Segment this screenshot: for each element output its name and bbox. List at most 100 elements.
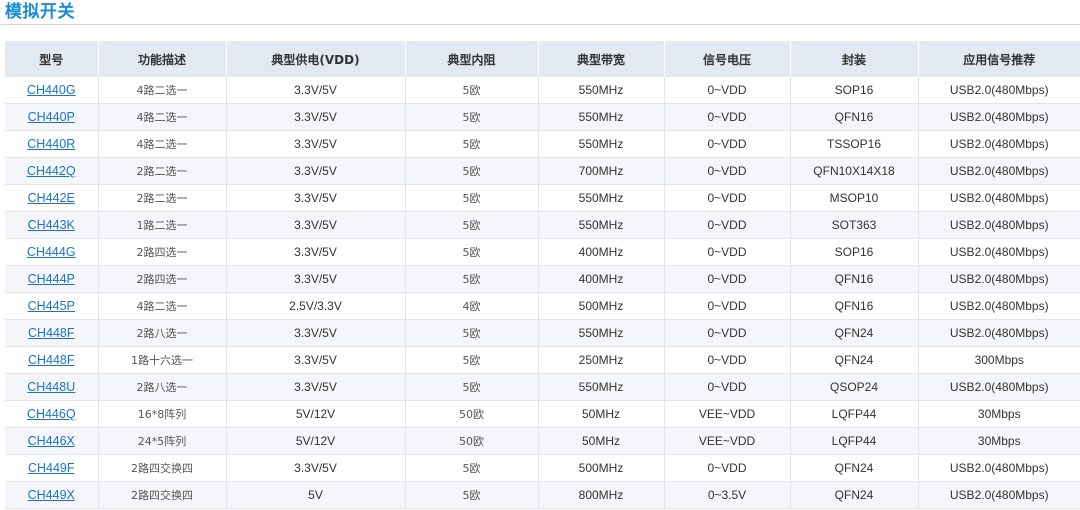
cell-model: CH440R <box>5 130 99 158</box>
cell-bandwidth: 550MHz <box>538 211 665 239</box>
cell-function: 2路四选一 <box>98 238 227 266</box>
cell-resistance: 4欧 <box>405 292 539 320</box>
cell-function: 1路二选一 <box>98 211 227 239</box>
model-link[interactable]: CH442Q <box>27 164 76 178</box>
cell-function: 2路八选一 <box>98 373 227 401</box>
cell-package: SOP16 <box>790 77 919 104</box>
model-link[interactable]: CH448F <box>28 353 75 367</box>
cell-application: USB2.0(480Mbps) <box>918 454 1080 482</box>
model-link[interactable]: CH442E <box>28 191 75 205</box>
cell-model: CH448F <box>5 346 99 374</box>
cell-signal-voltage: 0~VDD <box>664 454 791 482</box>
cell-application: 30Mbps <box>918 427 1080 455</box>
cell-application: USB2.0(480Mbps) <box>918 265 1080 293</box>
model-link[interactable]: CH449X <box>28 488 75 502</box>
cell-application: 300Mbps <box>918 346 1080 374</box>
table-row: CH449F 2路四交换四 3.3V/5V 5欧 500MHz 0~VDD QFN24 USB… <box>5 454 1080 482</box>
page-title: 模拟开关 <box>5 2 75 22</box>
cell-bandwidth: 500MHz <box>538 454 665 482</box>
header-signal-voltage[interactable]: 信号电压 <box>664 41 791 77</box>
cell-resistance: 50欧 <box>405 427 539 455</box>
cell-supply: 3.3V/5V <box>226 373 406 401</box>
cell-model: CH448U <box>5 373 99 401</box>
cell-package: QFN16 <box>790 292 919 320</box>
table-header-row: 型号 功能描述 典型供电(VDD) 典型内阻 典型带宽 信号电压 封装 应用信号… <box>5 41 1080 77</box>
cell-model: CH449F <box>5 454 99 482</box>
header-resistance[interactable]: 典型内阻 <box>405 41 539 77</box>
cell-signal-voltage: 0~VDD <box>664 346 791 374</box>
model-link[interactable]: CH445P <box>28 299 75 313</box>
cell-bandwidth: 500MHz <box>538 292 665 320</box>
cell-resistance: 5欧 <box>405 319 539 347</box>
cell-supply: 3.3V/5V <box>226 238 406 266</box>
cell-model: CH442E <box>5 184 99 212</box>
model-link[interactable]: CH444P <box>28 272 75 286</box>
model-link[interactable]: CH444G <box>27 245 76 259</box>
cell-function: 2路四交换四 <box>98 454 227 482</box>
cell-bandwidth: 550MHz <box>538 103 665 131</box>
model-link[interactable]: CH440G <box>27 83 76 97</box>
table-row: CH444G 2路四选一 3.3V/5V 5欧 400MHz 0~VDD SOP16 USB2… <box>5 238 1080 266</box>
header-model[interactable]: 型号 <box>5 41 99 77</box>
cell-application: USB2.0(480Mbps) <box>918 211 1080 239</box>
cell-resistance: 5欧 <box>405 238 539 266</box>
title-bar: 模拟开关 <box>0 0 1080 25</box>
cell-resistance: 50欧 <box>405 400 539 428</box>
model-link[interactable]: CH440P <box>28 110 75 124</box>
cell-supply: 3.3V/5V <box>226 319 406 347</box>
header-package[interactable]: 封装 <box>790 41 919 77</box>
model-link[interactable]: CH446Q <box>27 407 76 421</box>
cell-bandwidth: 550MHz <box>538 373 665 401</box>
cell-supply: 5V <box>226 481 406 509</box>
cell-model: CH446X <box>5 427 99 455</box>
cell-bandwidth: 50MHz <box>538 400 665 428</box>
cell-supply: 2.5V/3.3V <box>226 292 406 320</box>
model-link[interactable]: CH443K <box>28 218 75 232</box>
cell-function: 16*8阵列 <box>98 400 227 428</box>
cell-model: CH440G <box>5 77 99 104</box>
model-link[interactable]: CH448F <box>28 326 75 340</box>
cell-bandwidth: 550MHz <box>538 77 665 104</box>
cell-package: QFN10X14X18 <box>790 157 919 185</box>
cell-supply: 3.3V/5V <box>226 265 406 293</box>
cell-model: CH444G <box>5 238 99 266</box>
cell-application: 30Mbps <box>918 400 1080 428</box>
cell-resistance: 5欧 <box>405 184 539 212</box>
table-row: CH448F 1路十六选一 3.3V/5V 5欧 250MHz 0~VDD QFN24 300… <box>5 346 1080 374</box>
cell-function: 4路二选一 <box>98 292 227 320</box>
cell-application: USB2.0(480Mbps) <box>918 292 1080 320</box>
table-body: CH440G 4路二选一 3.3V/5V 5欧 550MHz 0~VDD SOP16 USB2… <box>5 77 1080 509</box>
cell-model: CH444P <box>5 265 99 293</box>
cell-package: QFN24 <box>790 319 919 347</box>
model-link[interactable]: CH449F <box>28 461 75 475</box>
table-row: CH440G 4路二选一 3.3V/5V 5欧 550MHz 0~VDD SOP16 USB2… <box>5 77 1080 104</box>
cell-model: CH442Q <box>5 157 99 185</box>
cell-function: 2路四交换四 <box>98 481 227 509</box>
header-supply[interactable]: 典型供电(VDD) <box>226 41 406 77</box>
cell-resistance: 5欧 <box>405 130 539 158</box>
cell-signal-voltage: 0~VDD <box>664 184 791 212</box>
header-bandwidth[interactable]: 典型带宽 <box>538 41 665 77</box>
cell-application: USB2.0(480Mbps) <box>918 184 1080 212</box>
cell-signal-voltage: 0~VDD <box>664 238 791 266</box>
model-link[interactable]: CH448U <box>27 380 75 394</box>
cell-supply: 5V/12V <box>226 400 406 428</box>
table-row: CH442Q 2路二选一 3.3V/5V 5欧 700MHz 0~VDD QFN10X14X… <box>5 157 1080 185</box>
cell-package: QFN24 <box>790 346 919 374</box>
cell-resistance: 5欧 <box>405 346 539 374</box>
cell-bandwidth: 400MHz <box>538 265 665 293</box>
cell-bandwidth: 550MHz <box>538 319 665 347</box>
cell-supply: 3.3V/5V <box>226 130 406 158</box>
model-link[interactable]: CH440R <box>27 137 75 151</box>
cell-resistance: 5欧 <box>405 157 539 185</box>
header-application[interactable]: 应用信号推荐 <box>918 41 1080 77</box>
header-function[interactable]: 功能描述 <box>98 41 227 77</box>
cell-resistance: 5欧 <box>405 77 539 104</box>
product-table: 型号 功能描述 典型供电(VDD) 典型内阻 典型带宽 信号电压 封装 应用信号… <box>5 41 1080 509</box>
cell-application: USB2.0(480Mbps) <box>918 373 1080 401</box>
cell-bandwidth: 550MHz <box>538 130 665 158</box>
model-link[interactable]: CH446X <box>28 434 75 448</box>
cell-model: CH448F <box>5 319 99 347</box>
cell-bandwidth: 800MHz <box>538 481 665 509</box>
cell-application: USB2.0(480Mbps) <box>918 130 1080 158</box>
